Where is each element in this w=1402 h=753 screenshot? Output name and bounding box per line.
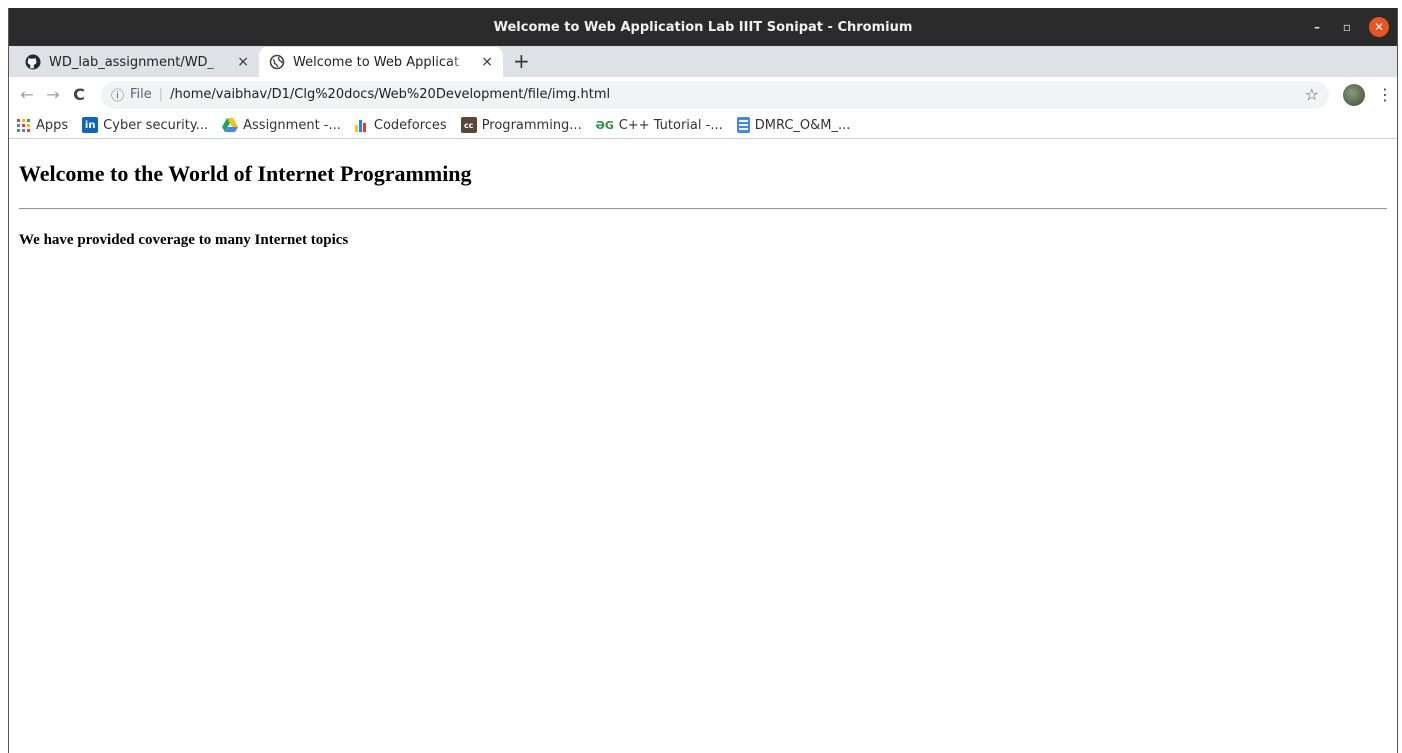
globe-icon: [269, 54, 285, 70]
tab-github[interactable]: WD_lab_assignment/WD_ ×: [15, 47, 259, 77]
minimize-icon[interactable]: –: [1309, 20, 1325, 34]
address-bar[interactable]: ⓘ File | /home/vaibhav/D1/Clg%20docs/Web…: [101, 80, 1329, 109]
bookmark-star-icon[interactable]: ☆: [1305, 85, 1319, 104]
info-icon[interactable]: ⓘ: [111, 85, 124, 104]
linkedin-icon: in: [82, 117, 99, 133]
google-drive-icon: [222, 118, 239, 132]
bookmark-label: Cyber security...: [103, 117, 209, 133]
tab-title: WD_lab_assignment/WD_: [49, 54, 215, 70]
bookmark-apps[interactable]: Apps: [17, 118, 68, 133]
codechef-icon: cc: [460, 117, 477, 133]
tab-close-icon[interactable]: ×: [237, 54, 249, 70]
horizontal-rule: [19, 208, 1387, 210]
window-controls: – ▫ ✕: [1309, 8, 1389, 46]
bookmark-label: Codeforces: [373, 117, 447, 133]
omnibox-separator: |: [158, 87, 164, 102]
tab-title: Welcome to Web Applicat: [293, 54, 460, 70]
bookmark-codeforces[interactable]: Codeforces: [354, 117, 447, 133]
menu-icon[interactable]: ⋮: [1377, 85, 1393, 104]
tab-welcome[interactable]: Welcome to Web Applicat ×: [259, 47, 503, 77]
google-docs-icon: [736, 117, 750, 133]
url-text[interactable]: /home/vaibhav/D1/Clg%20docs/Web%20Develo…: [170, 87, 610, 102]
bookmark-label: Programming...: [481, 117, 582, 133]
page-heading: Welcome to the World of Internet Program…: [19, 161, 472, 186]
bookmark-assignment[interactable]: Assignment -...: [222, 118, 341, 133]
reload-button[interactable]: C: [67, 83, 91, 107]
maximize-icon[interactable]: ▫: [1339, 20, 1355, 34]
bookmark-label: DMRC_O&M_...: [754, 117, 851, 133]
geeksforgeeks-icon: ƏG: [595, 118, 614, 132]
codeforces-icon: [354, 119, 369, 132]
tab-close-icon[interactable]: ×: [481, 54, 493, 70]
browser-toolbar: ← → C ⓘ File | /home/vaibhav/D1/Clg%20do…: [9, 77, 1397, 112]
bookmark-label: Assignment -...: [243, 117, 341, 133]
back-button[interactable]: ←: [15, 83, 39, 107]
bookmark-programming[interactable]: cc Programming...: [460, 117, 582, 133]
page-subheading: We have provided coverage to many Intern…: [19, 232, 349, 248]
new-tab-button[interactable]: +: [513, 47, 530, 77]
bookmark-label: Apps: [36, 117, 69, 133]
scheme-label: File: [130, 87, 152, 102]
bookmarks-bar: Apps in Cyber security... Assignment -..…: [9, 112, 1397, 139]
profile-avatar[interactable]: [1343, 83, 1365, 106]
github-icon: [25, 54, 41, 70]
window-title: Welcome to Web Application Lab IIIT Soni…: [493, 19, 913, 35]
browser-window: Welcome to Web Application Lab IIIT Soni…: [8, 8, 1398, 753]
window-titlebar: Welcome to Web Application Lab IIIT Soni…: [9, 8, 1397, 46]
close-icon[interactable]: ✕: [1369, 17, 1389, 37]
tab-strip: WD_lab_assignment/WD_ × Welcome to Web A…: [9, 46, 1397, 77]
apps-icon: [17, 118, 30, 132]
bookmark-label: C++ Tutorial -...: [618, 117, 723, 133]
forward-button[interactable]: →: [41, 83, 65, 107]
page-content: Welcome to the World of Internet Program…: [9, 161, 1397, 249]
bookmark-dmrc[interactable]: DMRC_O&M_...: [736, 117, 851, 133]
bookmark-cpp-tutorial[interactable]: ƏG C++ Tutorial -...: [596, 117, 723, 133]
bookmark-cyber-security[interactable]: in Cyber security...: [82, 117, 208, 133]
